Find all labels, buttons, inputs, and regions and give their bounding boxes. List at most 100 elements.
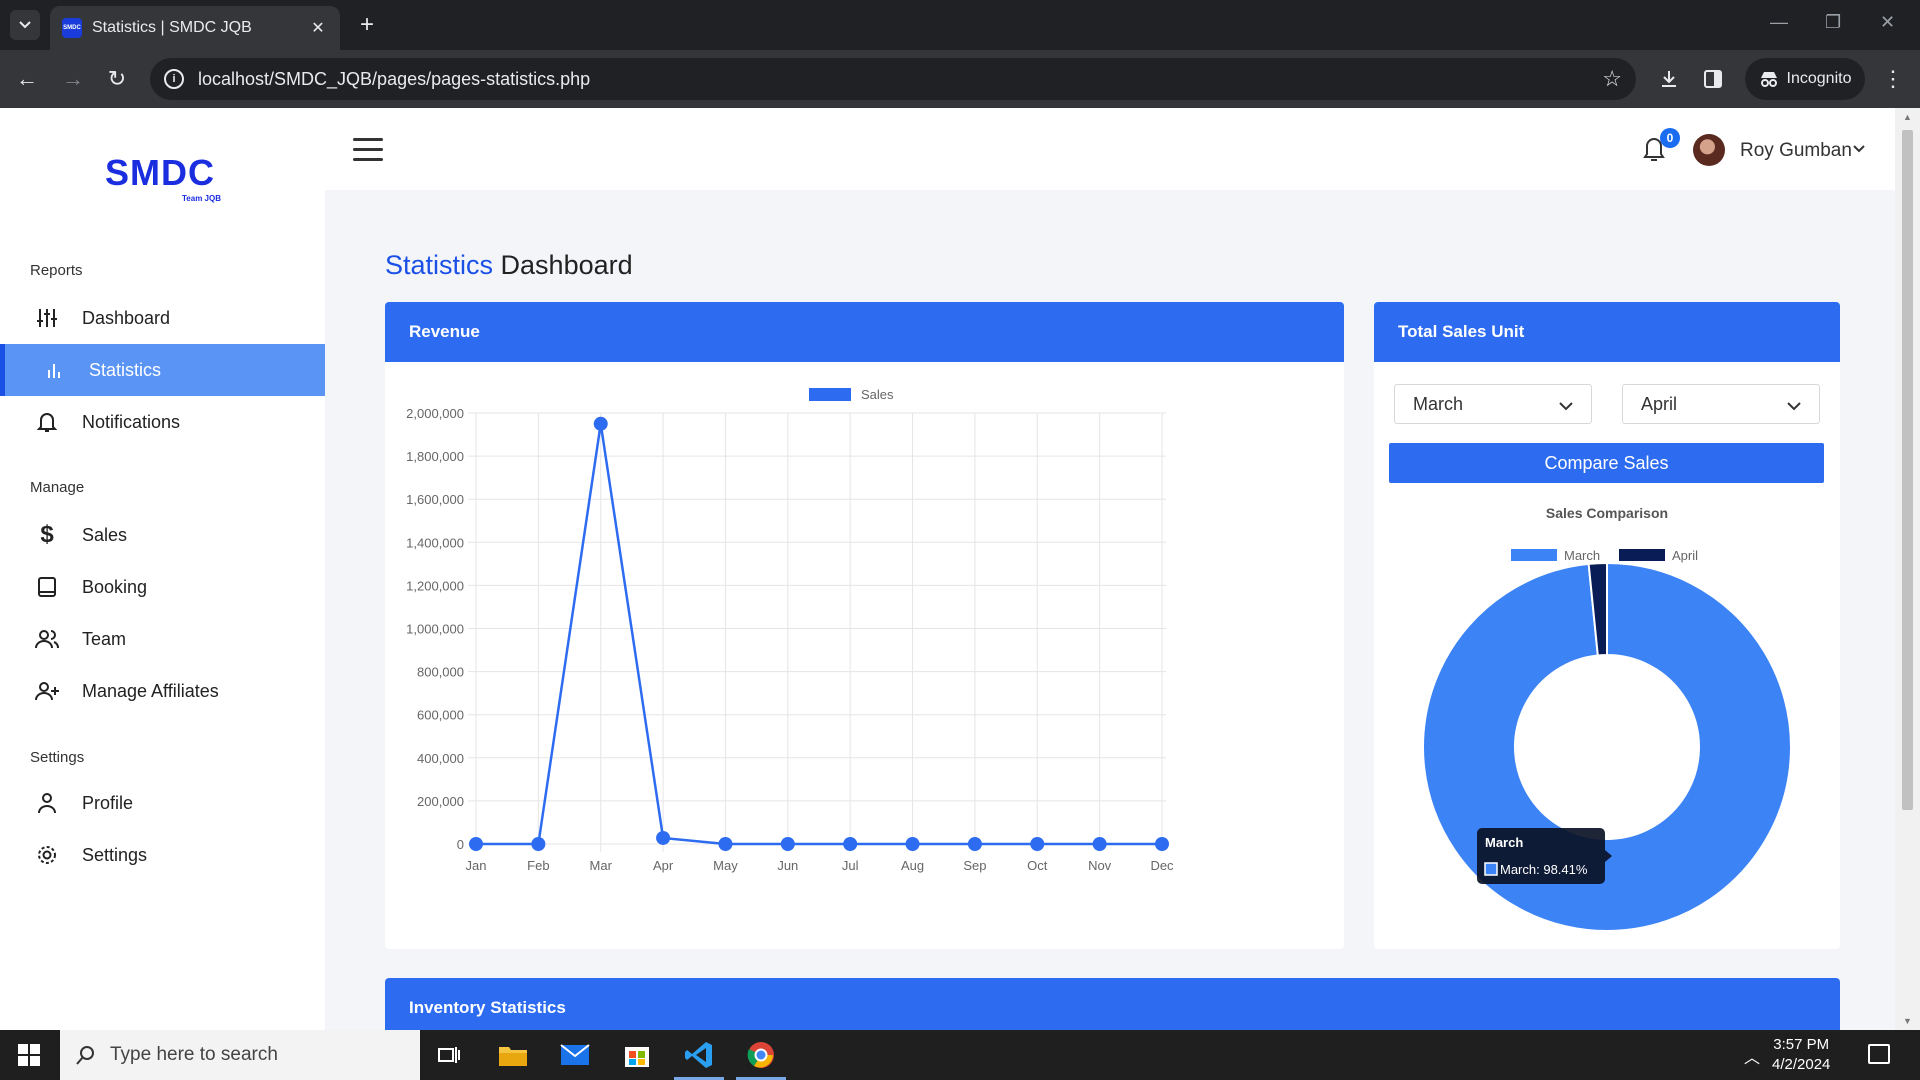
page-scrollbar[interactable]: ▲ ▼: [1895, 108, 1920, 1030]
sidebar-item-notifications[interactable]: Notifications: [0, 396, 325, 448]
sidebar-item-settings[interactable]: Settings: [0, 829, 325, 881]
legend-label-april: April: [1672, 548, 1698, 563]
browser-tab[interactable]: SMDC Statistics | SMDC JQB ✕: [50, 6, 340, 50]
data-point-jul: [843, 837, 858, 851]
data-point-sep: [967, 837, 982, 851]
x-tick-label: Jul: [842, 858, 859, 873]
reload-button[interactable]: ↻: [102, 64, 132, 94]
revenue-card-title: Revenue: [385, 302, 1344, 362]
address-bar[interactable]: i localhost/SMDC_JQB/pages/pages-statist…: [150, 58, 1636, 100]
sidebar-item-profile[interactable]: Profile: [0, 777, 325, 829]
x-tick-label: May: [713, 858, 738, 873]
sidebar-item-label: Booking: [82, 576, 148, 597]
chevron-down-icon: [1787, 395, 1801, 416]
y-tick-label: 2,000,000: [406, 406, 464, 421]
book-icon: [34, 574, 60, 600]
series-line-sales: [476, 423, 1162, 846]
sidebar-item-sales[interactable]: $ Sales: [0, 509, 325, 561]
forward-button[interactable]: →: [58, 64, 88, 94]
store-icon[interactable]: [620, 1038, 654, 1072]
tooltip-body: March: 98.41%: [1500, 862, 1588, 877]
tooltip-title: March: [1485, 835, 1523, 850]
sales-comparison-donut-chart: March April March March: 98.41%: [1421, 548, 1792, 932]
tab-search-button[interactable]: [10, 10, 40, 40]
tray-chevron-up-icon[interactable]: ︿: [1744, 1044, 1760, 1068]
mail-icon[interactable]: [558, 1038, 592, 1072]
tab-close-icon[interactable]: ✕: [308, 18, 328, 38]
main-content: Statistics Dashboard Revenue Sales 0 200,0…: [325, 190, 1895, 1038]
side-panel-icon[interactable]: [1698, 64, 1728, 94]
x-tick-label: Jun: [777, 858, 798, 873]
url-text: localhost/SMDC_JQB/pages/pages-statistic…: [198, 68, 591, 89]
data-point-oct: [1030, 837, 1045, 851]
windows-start-icon[interactable]: [18, 1044, 40, 1066]
restore-icon[interactable]: ❐: [1825, 12, 1841, 33]
brand-logo[interactable]: SMDC Team JQB: [105, 152, 225, 203]
user-name[interactable]: Roy Gumban: [1740, 140, 1852, 162]
avatar[interactable]: [1693, 134, 1725, 166]
sidebar-item-label: Manage Affiliates: [82, 680, 219, 701]
page-title-rest: Dashboard: [500, 250, 633, 280]
data-point-may: [718, 837, 733, 851]
file-explorer-icon[interactable]: [496, 1038, 530, 1072]
month-select-1-value: March: [1413, 393, 1464, 414]
x-tick-label: Aug: [901, 858, 924, 873]
sidebar-item-label: Notifications: [82, 411, 181, 432]
site-info-icon[interactable]: i: [164, 69, 184, 89]
search-icon: [76, 1046, 94, 1065]
scroll-thumb[interactable]: [1902, 130, 1913, 810]
incognito-icon: [1760, 72, 1777, 87]
page: SMDC Team JQB Reports Dashboard Statisti…: [0, 108, 1920, 1038]
sidebar-item-booking[interactable]: Booking: [0, 561, 325, 613]
brand-subtitle: Team JQB: [182, 194, 221, 203]
sidebar-item-manage-affiliates[interactable]: Manage Affiliates: [0, 665, 325, 717]
hamburger-menu-icon[interactable]: [353, 138, 383, 168]
task-view-icon[interactable]: [432, 1038, 466, 1072]
chrome-icon[interactable]: [744, 1038, 778, 1072]
back-button[interactable]: ←: [12, 64, 42, 94]
scroll-up-arrow[interactable]: ▲: [1903, 112, 1912, 122]
sidebar-item-dashboard[interactable]: Dashboard: [0, 292, 325, 344]
x-tick-label: Nov: [1088, 858, 1112, 873]
sidebar-item-label: Sales: [82, 524, 128, 545]
sales-card-title: Total Sales Unit: [1374, 302, 1840, 362]
user-plus-icon: [34, 678, 60, 704]
section-label-reports: Reports: [30, 262, 83, 279]
close-window-icon[interactable]: ✕: [1880, 12, 1895, 33]
x-tick-label: Sep: [963, 858, 986, 873]
browser-tabbar: SMDC Statistics | SMDC JQB ✕ + — ❐ ✕: [0, 0, 1920, 50]
taskbar-search-box[interactable]: Type here to search: [60, 1030, 420, 1080]
donut-chart-title: Sales Comparison: [1545, 505, 1669, 521]
y-tick-label: 1,600,000: [406, 492, 464, 507]
taskbar-clock[interactable]: 3:57 PM 4/2/2024: [1772, 1035, 1830, 1075]
gear-icon: [34, 842, 60, 868]
taskbar-date: 4/2/2024: [1772, 1056, 1831, 1073]
browser-toolbar: ← → ↻ i localhost/SMDC_JQB/pages/pages-s…: [0, 50, 1920, 108]
section-label-manage: Manage: [30, 479, 85, 496]
sidebar-item-statistics[interactable]: Statistics: [0, 344, 325, 396]
chevron-down-icon: [1559, 395, 1573, 416]
x-tick-label: Feb: [527, 858, 549, 873]
y-tick-label: 200,000: [417, 794, 464, 809]
x-tick-label: Apr: [653, 858, 674, 873]
download-icon[interactable]: [1654, 64, 1684, 94]
y-tick-label: 1,400,000: [406, 535, 464, 550]
sidebar-item-team[interactable]: Team: [0, 613, 325, 665]
notification-count-badge: 0: [1660, 128, 1680, 148]
compare-sales-button[interactable]: Compare Sales: [1389, 443, 1824, 483]
new-tab-button[interactable]: +: [352, 10, 382, 40]
minimize-icon[interactable]: —: [1770, 12, 1788, 33]
scroll-down-arrow[interactable]: ▼: [1903, 1016, 1912, 1026]
x-tick-label: Dec: [1150, 858, 1174, 873]
action-center-icon[interactable]: [1868, 1044, 1890, 1064]
chevron-down-icon[interactable]: [1853, 142, 1865, 156]
incognito-badge[interactable]: Incognito: [1745, 58, 1865, 100]
browser-menu-icon[interactable]: ⋮: [1878, 64, 1908, 94]
data-point-mar: [593, 416, 608, 431]
bell-icon: [34, 409, 60, 435]
bookmark-star-icon[interactable]: ☆: [1602, 66, 1622, 92]
vscode-icon[interactable]: [682, 1038, 716, 1072]
month-select-1[interactable]: March: [1394, 384, 1592, 424]
data-point-dec: [1155, 837, 1169, 851]
month-select-2[interactable]: April: [1622, 384, 1820, 424]
